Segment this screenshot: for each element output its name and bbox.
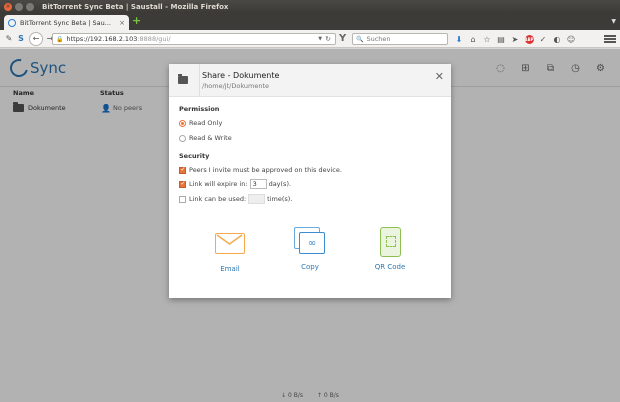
- copy-label: Copy: [301, 263, 319, 271]
- use-limit-suffix: time(s).: [267, 195, 293, 203]
- tab-strip: BitTorrent Sync Beta | Sau... × + ▼: [0, 13, 620, 30]
- bookmark-star-icon[interactable]: ☆: [480, 33, 494, 45]
- expire-suffix: day(s).: [268, 180, 292, 188]
- tab-list-icon[interactable]: ▼: [611, 18, 616, 25]
- browser-tab-label: BitTorrent Sync Beta | Sau...: [20, 18, 111, 27]
- read-write-option[interactable]: Read & Write: [179, 134, 232, 142]
- read-write-radio[interactable]: [179, 134, 186, 142]
- extension-icon[interactable]: ✓: [536, 33, 550, 45]
- expire-option[interactable]: Link will expire in: day(s).: [179, 179, 291, 189]
- read-only-radio[interactable]: [179, 119, 186, 127]
- url-text[interactable]: https://192.168.2.103:8888/gui/: [66, 35, 318, 43]
- use-limit-checkbox[interactable]: [179, 195, 186, 203]
- back-button[interactable]: ←: [29, 31, 43, 46]
- translate-icon[interactable]: ◐: [550, 33, 564, 45]
- toolbar-icons: ⬇ ⌂ ☆ ▤ ➤ ABP ✓ ◐ ☺: [452, 33, 578, 45]
- home-icon[interactable]: ⌂: [466, 33, 480, 45]
- copy-link-icon: ∞: [294, 227, 326, 255]
- expire-days-input[interactable]: [249, 179, 267, 189]
- download-icon[interactable]: ⬇: [452, 33, 466, 45]
- window-titlebar: × BitTorrent Sync Beta | Saustall - Mozi…: [0, 0, 620, 13]
- security-label: Security: [179, 152, 210, 160]
- qr-code-label: QR Code: [374, 263, 406, 271]
- lock-icon: 🔒: [56, 35, 64, 43]
- url-dropdown-icon[interactable]: ▼: [318, 36, 322, 42]
- clipboard-icon[interactable]: ▤: [494, 33, 508, 45]
- new-tab-icon[interactable]: +: [132, 15, 142, 26]
- read-only-label: Read Only: [189, 119, 223, 127]
- approve-checkbox[interactable]: [179, 166, 186, 174]
- email-share-button[interactable]: Email: [200, 230, 260, 273]
- read-write-label: Read & Write: [189, 134, 232, 142]
- feather-icon[interactable]: ✎: [3, 33, 15, 45]
- use-limit-prefix: Link can be used:: [189, 195, 247, 203]
- expire-prefix: Link will expire in:: [189, 180, 248, 188]
- window-maximize-button[interactable]: [26, 2, 34, 11]
- approve-label: Peers I invite must be approved on this …: [189, 166, 342, 174]
- close-icon[interactable]: ✕: [435, 71, 444, 82]
- dialog-title: Share - Dokumente: [202, 71, 280, 80]
- read-only-option[interactable]: Read Only: [179, 119, 222, 127]
- window-minimize-button[interactable]: [15, 2, 23, 11]
- folder-path: /home/jt/Dokumente: [202, 82, 270, 90]
- sync-page-icon[interactable]: S: [15, 33, 27, 45]
- navigation-bar: ✎ S ← → 🔒 https://192.168.2.103:8888/gui…: [0, 30, 620, 48]
- folder-icon: [178, 74, 188, 84]
- qr-code-icon: [379, 227, 401, 257]
- search-icon: 🔍: [356, 35, 364, 43]
- window-close-button[interactable]: ×: [4, 2, 12, 11]
- menu-icon[interactable]: [604, 33, 616, 45]
- envelope-icon: [215, 233, 245, 254]
- window-title: BitTorrent Sync Beta | Saustall - Mozill…: [42, 2, 229, 11]
- url-bar[interactable]: 🔒 https://192.168.2.103:8888/gui/ ▼ ↻: [52, 33, 336, 45]
- use-limit-option[interactable]: Link can be used: time(s).: [179, 194, 292, 204]
- copy-share-button[interactable]: ∞ Copy: [280, 227, 340, 271]
- browser-tab[interactable]: BitTorrent Sync Beta | Sau... ×: [4, 15, 129, 30]
- send-icon[interactable]: ➤: [508, 33, 522, 45]
- reload-icon[interactable]: ↻: [325, 35, 331, 43]
- search-bar[interactable]: 🔍: [352, 33, 448, 45]
- share-dialog-header: Share - Dokumente /home/jt/Dokumente ✕: [169, 64, 451, 97]
- email-label: Email: [220, 265, 240, 273]
- tab-close-icon[interactable]: ×: [119, 19, 125, 27]
- search-input[interactable]: [366, 35, 445, 43]
- permission-label: Permission: [179, 105, 220, 113]
- expire-checkbox[interactable]: [179, 180, 186, 188]
- approve-option[interactable]: Peers I invite must be approved on this …: [179, 166, 342, 174]
- chat-icon[interactable]: ☺: [564, 33, 578, 45]
- adblock-icon[interactable]: ABP: [522, 33, 536, 45]
- share-dialog: Share - Dokumente /home/jt/Dokumente ✕ P…: [169, 64, 451, 298]
- qr-code-share-button[interactable]: QR Code: [360, 227, 420, 271]
- vivaldi-icon[interactable]: Y: [339, 33, 346, 44]
- use-limit-input[interactable]: [248, 194, 266, 204]
- favicon-icon: [8, 18, 16, 27]
